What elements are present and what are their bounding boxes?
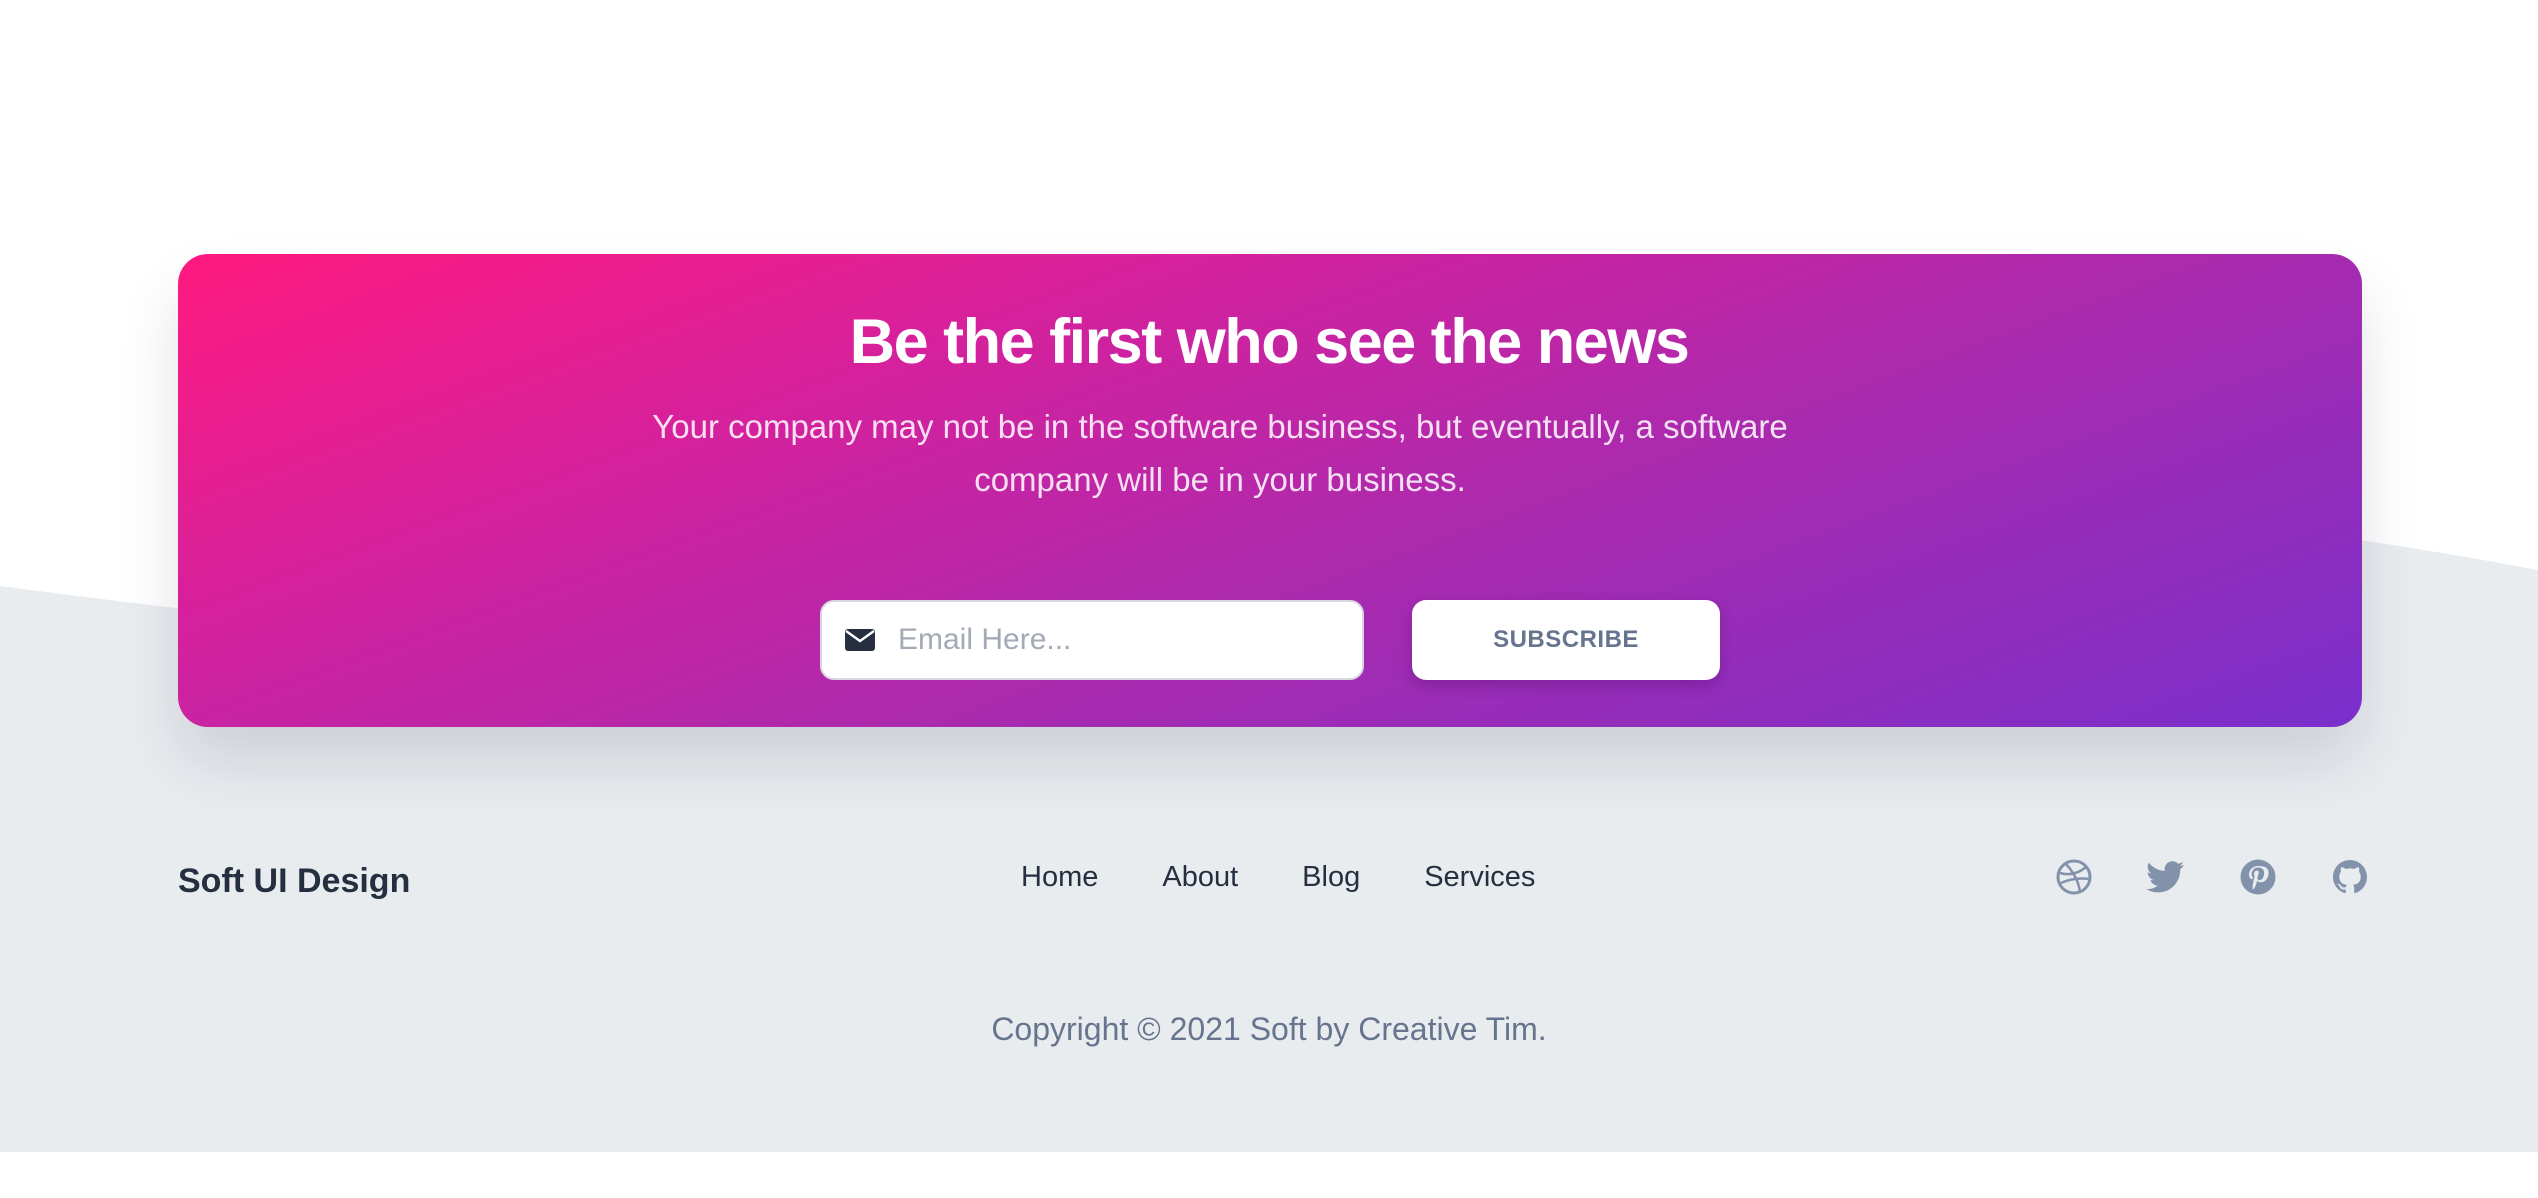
footer-nav: Home About Blog Services bbox=[1021, 852, 1535, 902]
email-input[interactable] bbox=[898, 623, 1338, 657]
github-icon[interactable] bbox=[2331, 858, 2369, 896]
copyright-text: Copyright © 2021 Soft by Creative Tim. bbox=[991, 1011, 1547, 1047]
nav-link-home[interactable]: Home bbox=[1021, 852, 1098, 902]
subscribe-button[interactable]: SUBSCRIBE bbox=[1412, 600, 1720, 680]
social-links bbox=[2055, 858, 2369, 896]
envelope-icon bbox=[844, 628, 876, 652]
nav-link-about[interactable]: About bbox=[1162, 852, 1238, 902]
newsletter-subtitle: Your company may not be in the software … bbox=[652, 408, 1788, 498]
newsletter-title: Be the first who see the news bbox=[849, 307, 1690, 377]
pinterest-icon[interactable] bbox=[2239, 858, 2277, 896]
footer-brand[interactable]: Soft UI Design bbox=[178, 856, 410, 906]
twitter-icon[interactable] bbox=[2147, 858, 2185, 896]
dribbble-icon[interactable] bbox=[2055, 858, 2093, 896]
nav-link-services[interactable]: Services bbox=[1424, 852, 1535, 902]
email-input-group[interactable] bbox=[820, 600, 1364, 680]
nav-link-blog[interactable]: Blog bbox=[1302, 852, 1360, 902]
page: Be the first who see the news Your compa… bbox=[0, 0, 2538, 1198]
